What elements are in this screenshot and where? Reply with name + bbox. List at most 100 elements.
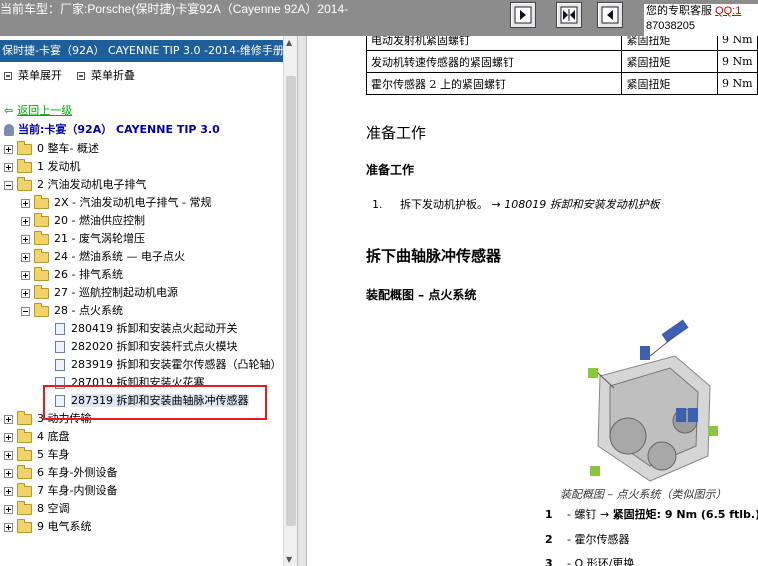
jump-end-icon (601, 6, 619, 24)
tree-item-label: 2X - 汽油发动机电子排气 - 常规 (54, 196, 212, 209)
expand-toggle-icon[interactable] (21, 270, 30, 280)
tree-item[interactable]: 8 空调 (4, 500, 70, 518)
engine-diagram-image (580, 316, 722, 488)
document-icon (55, 323, 65, 335)
expand-toggle-icon[interactable] (4, 504, 13, 514)
tree-item[interactable]: 280419 拆卸和安装点火起动开关 (55, 320, 238, 338)
tree-item[interactable]: 2 汽油发动机电子排气 (4, 176, 147, 194)
expand-toggle-icon[interactable] (4, 486, 13, 496)
legend-text: - 霍尔传感器 (567, 533, 630, 546)
tree-item[interactable]: 283919 拆卸和安装霍尔传感器（凸轮轴） (55, 356, 282, 374)
tree-item[interactable]: 9 电气系统 (4, 518, 92, 536)
scroll-up-icon[interactable]: ▲ (286, 38, 292, 47)
expand-toggle-icon[interactable] (21, 288, 30, 298)
collapse-toggle-icon[interactable] (4, 180, 13, 190)
folder-icon (34, 248, 49, 263)
service-phone: 87038205 (646, 20, 695, 32)
folder-icon (17, 446, 32, 461)
table-cell: 紧固扭矩 (621, 36, 718, 51)
expand-toggle-icon[interactable] (21, 198, 30, 208)
menu-expand-label: 菜单展开 (18, 69, 62, 82)
scroll-down-icon[interactable]: ▼ (286, 555, 292, 564)
folder-icon (34, 266, 49, 281)
section-heading: 拆下曲轴脉冲传感器 (366, 247, 502, 265)
back-link[interactable]: 返回上一级 (17, 104, 72, 117)
expand-toggle-icon[interactable] (21, 216, 30, 226)
legend-number: 1 (545, 508, 553, 521)
collapse-toggle-icon[interactable] (21, 306, 30, 316)
expand-toggle-icon[interactable] (21, 234, 30, 244)
folder-icon (17, 500, 32, 515)
tree-item[interactable]: 2X - 汽油发动机电子排气 - 常规 (21, 194, 211, 212)
panel-divider[interactable] (297, 36, 307, 566)
tree-item[interactable]: 6 车身-外侧设备 (4, 464, 117, 482)
tree-item[interactable]: 28 - 点火系统 (21, 302, 123, 320)
tree-item[interactable]: 7 车身-内侧设备 (4, 482, 117, 500)
tree-item-label: 5 车身 (37, 448, 70, 461)
figure-heading: 装配概图 – 点火系统 (366, 288, 477, 302)
tree-item[interactable]: 5 车身 (4, 446, 70, 464)
page-center-icon (560, 6, 578, 24)
folder-icon (34, 212, 49, 227)
tree-item-label: 21 - 废气涡轮增压 (54, 232, 145, 245)
folder-icon (17, 428, 32, 443)
current-node: 当前:卡宴（92A） CAYENNE TIP 3.0 (4, 122, 220, 138)
back-link-row[interactable]: ⇦ 返回上一级 (4, 103, 72, 119)
table-cell: 电动发射机紧固螺钉 (365, 36, 623, 51)
table-cell: 紧固扭矩 (621, 50, 718, 73)
tree-item-label: 27 - 巡航控制起动机电源 (54, 286, 178, 299)
expand-toggle-icon[interactable] (4, 414, 13, 424)
tree-item[interactable]: 24 - 燃油系统 — 电子点火 (21, 248, 185, 266)
menu-collapse-button[interactable]: 菜单折叠 (77, 68, 135, 84)
legend-torque: 紧固扭矩: 9 Nm (6.5 ftlb.) (612, 508, 758, 521)
tree-item-label: 0 整车- 概述 (37, 142, 99, 155)
legend-text: - 螺钉 → (567, 508, 613, 521)
legend-number: 2 (545, 533, 553, 546)
expand-toggle-icon[interactable] (4, 450, 13, 460)
jump-start-icon (514, 6, 532, 24)
tree-item[interactable]: 1 发动机 (4, 158, 81, 176)
document-icon (55, 341, 65, 353)
expand-toggle-icon[interactable] (4, 162, 13, 172)
folder-icon (34, 194, 49, 209)
top-bar: 当前车型：厂家:Porsche(保时捷)卡宴92A（Cayenne 92A）20… (0, 0, 758, 36)
menu-collapse-label: 菜单折叠 (91, 69, 135, 82)
tree-item[interactable]: 21 - 废气涡轮增压 (21, 230, 145, 248)
table-cell: 9 Nm (717, 72, 758, 95)
jump-end-button[interactable] (597, 2, 623, 28)
tree-item[interactable]: 26 - 排气系统 (21, 266, 123, 284)
expand-toggle-icon[interactable] (4, 432, 13, 442)
section-heading: 准备工作 (366, 124, 427, 142)
tree-item[interactable]: 0 整车- 概述 (4, 140, 99, 158)
table-cell: 9 Nm (717, 36, 758, 51)
expand-toggle-icon[interactable] (4, 468, 13, 478)
expand-icon (4, 72, 12, 80)
tree-item[interactable]: 4 底盘 (4, 428, 70, 446)
procedure-step: 1. 拆下发动机护板。 → 108019 拆卸和安装发动机护板 (372, 196, 660, 212)
tree-item-label: 9 电气系统 (37, 520, 92, 533)
scroll-thumb[interactable] (286, 76, 296, 526)
jump-start-button[interactable] (510, 2, 536, 28)
table-row: 电动发射机紧固螺钉 紧固扭矩 9 Nm (365, 36, 758, 51)
step-reference-link[interactable]: → 108019 拆卸和安装发动机护板 (492, 198, 660, 211)
tree-item[interactable]: 27 - 巡航控制起动机电源 (21, 284, 178, 302)
expand-toggle-icon[interactable] (4, 144, 13, 154)
menu-expand-button[interactable]: 菜单展开 (4, 68, 62, 84)
page-center-button[interactable] (556, 2, 582, 28)
expand-toggle-icon[interactable] (4, 522, 13, 532)
expand-toggle-icon[interactable] (21, 252, 30, 262)
tree-item-label: 4 底盘 (37, 430, 70, 443)
folder-open-icon (17, 176, 32, 191)
back-arrow-icon: ⇦ (4, 104, 14, 117)
tree-item-label: 282020 拆卸和安装杆式点火模块 (71, 340, 238, 353)
table-cell: 9 Nm (717, 50, 758, 73)
legend-text: - O 形环/更换 (567, 557, 635, 566)
subsection-heading: 准备工作 (366, 163, 415, 177)
tree-item[interactable]: 20 - 燃油供应控制 (21, 212, 145, 230)
sidebar: 保时捷-卡宴（92A） CAYENNE TIP 3.0 -2014-维修手册 菜… (0, 36, 300, 566)
sidebar-scrollbar[interactable]: ▲ ▼ (283, 36, 297, 566)
tree-item-label: 2 汽油发动机电子排气 (37, 178, 147, 191)
qq-link[interactable]: QQ:1 (715, 5, 741, 17)
current-node-label: 当前:卡宴（92A） CAYENNE TIP 3.0 (18, 123, 220, 136)
tree-item[interactable]: 282020 拆卸和安装杆式点火模块 (55, 338, 238, 356)
